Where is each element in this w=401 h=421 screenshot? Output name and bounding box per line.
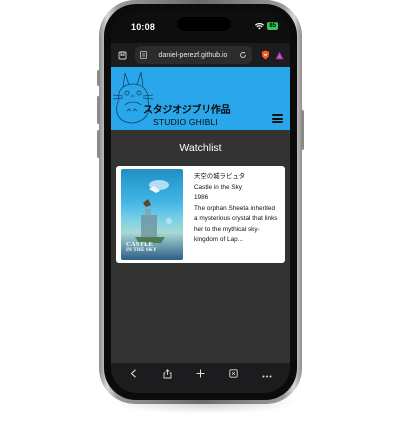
browser-url-bar: daniel-perezf.github.io bbox=[111, 43, 290, 67]
url-text[interactable]: daniel-perezf.github.io bbox=[151, 52, 235, 59]
browser-bottom-toolbar bbox=[111, 363, 290, 393]
power-button bbox=[301, 110, 304, 150]
phone-screen: 10:08 85 daniel-perezf.github.io スタジオジブリ… bbox=[111, 11, 290, 393]
movie-poster[interactable]: CASTLE IN THE SKY bbox=[121, 169, 183, 260]
movie-title[interactable]: Castle in the Sky bbox=[194, 183, 279, 194]
watchlist-card[interactable]: CASTLE IN THE SKY 天空の城ラピュタ Castle in the… bbox=[116, 166, 285, 263]
page-settings-icon[interactable] bbox=[140, 46, 147, 64]
dynamic-island bbox=[177, 17, 231, 31]
reload-icon[interactable] bbox=[239, 46, 247, 64]
wifi-icon bbox=[255, 22, 265, 29]
status-bar: 10:08 85 bbox=[111, 11, 290, 43]
hamburger-menu-icon[interactable] bbox=[272, 114, 283, 123]
brand-japanese: スタジオジブリ作品 bbox=[143, 105, 231, 116]
mute-switch bbox=[97, 70, 100, 86]
back-icon[interactable] bbox=[125, 369, 143, 381]
phone-frame: 10:08 85 daniel-perezf.github.io スタジオジブリ… bbox=[97, 0, 304, 404]
poster-title: CASTLE IN THE SKY bbox=[126, 240, 157, 253]
battery-indicator: 85 bbox=[267, 22, 278, 30]
volume-down-button bbox=[97, 130, 100, 158]
site-header: スタジオジブリ作品 STUDIO GHIBLI bbox=[111, 67, 290, 130]
movie-details: 天空の城ラピュタ Castle in the Sky 1986 The orph… bbox=[194, 172, 279, 246]
tabs-icon[interactable] bbox=[225, 369, 243, 381]
plus-icon[interactable] bbox=[191, 369, 209, 381]
site-brand[interactable]: スタジオジブリ作品 STUDIO GHIBLI bbox=[143, 101, 231, 127]
phone-bezel: 10:08 85 daniel-perezf.github.io スタジオジブリ… bbox=[104, 4, 297, 400]
brave-shield-icon[interactable] bbox=[258, 48, 272, 62]
movie-year: 1986 bbox=[194, 194, 209, 201]
bookmark-icon[interactable] bbox=[115, 48, 129, 62]
share-icon[interactable] bbox=[158, 368, 176, 382]
more-icon[interactable] bbox=[258, 370, 276, 381]
rewards-icon[interactable] bbox=[272, 48, 286, 62]
status-time: 10:08 bbox=[131, 22, 156, 32]
address-field[interactable]: daniel-perezf.github.io bbox=[135, 46, 252, 64]
watchlist-title: Watchlist bbox=[179, 142, 222, 154]
status-icons: 85 bbox=[255, 22, 278, 30]
movie-description: The orphan Sheeta inherited a mysterious… bbox=[194, 204, 278, 244]
volume-up-button bbox=[97, 96, 100, 124]
movie-original-title: 天空の城ラピュタ bbox=[194, 173, 246, 180]
web-page: スタジオジブリ作品 STUDIO GHIBLI Watchlist CASTLE… bbox=[111, 67, 290, 363]
brand-english: STUDIO GHIBLI bbox=[153, 117, 218, 127]
